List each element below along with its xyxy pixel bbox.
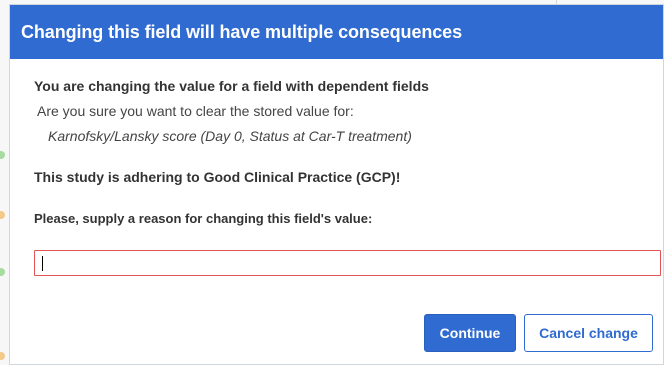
dependent-fields-warning: You are changing the value for a field w… [34, 78, 429, 94]
field-reference: Karnofsky/Lansky score (Day 0, Status at… [48, 128, 412, 144]
background-status-dot [0, 211, 5, 219]
gcp-notice: This study is adhering to Good Clinical … [34, 169, 401, 185]
continue-button[interactable]: Continue [424, 314, 516, 352]
reason-input[interactable] [34, 250, 661, 276]
confirm-change-dialog: Changing this field will have multiple c… [9, 4, 664, 365]
reason-label: Please, supply a reason for changing thi… [34, 211, 373, 226]
background-status-dot [0, 352, 5, 360]
dialog-title: Changing this field will have multiple c… [21, 21, 462, 42]
background-status-dot [0, 268, 5, 276]
clear-value-question: Are you sure you want to clear the store… [37, 103, 354, 119]
text-caret [42, 256, 43, 271]
cancel-change-button[interactable]: Cancel change [524, 314, 653, 352]
dialog-header: Changing this field will have multiple c… [10, 5, 663, 59]
dialog-body: You are changing the value for a field w… [34, 78, 663, 276]
background-status-dot [0, 151, 5, 159]
